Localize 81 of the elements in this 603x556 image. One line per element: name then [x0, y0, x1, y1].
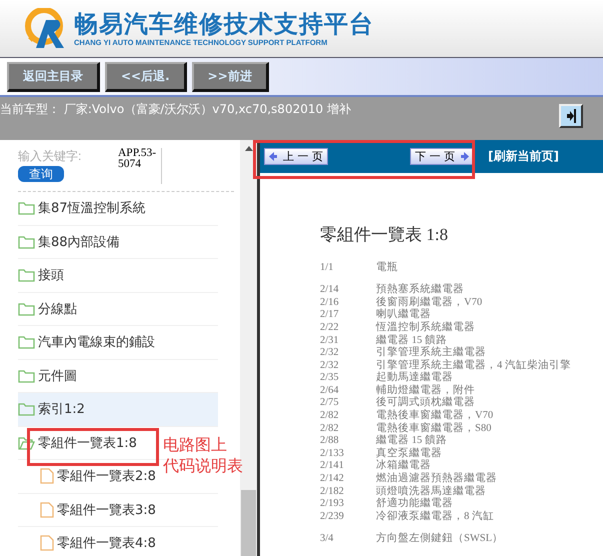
part-name: 真空泵繼電器: [376, 448, 442, 459]
part-name: 引擎管理系統主繼電器，4 汽缸柴油引擎: [376, 360, 571, 371]
folder-icon: [18, 268, 35, 282]
part-name: 方向盤左側鍵鈕（SWSL）: [376, 533, 504, 546]
part-name: 冷卻液泵繼電器，8 汽缸: [376, 510, 494, 524]
part-name: 電熱後車窗繼電器，V70: [376, 410, 494, 422]
part-code: 2/32: [320, 347, 340, 360]
part-code: 2/14: [320, 284, 340, 297]
part-code: 2/64: [320, 384, 340, 398]
site-title: 畅易汽车维修技术支持平台: [74, 10, 374, 38]
part-name: 冰箱繼電器: [376, 460, 431, 472]
part-name: 舒適功能繼電器: [376, 498, 453, 510]
folder-icon: [18, 402, 35, 416]
part-name: 燃油過濾器預熱器繼電器: [376, 473, 497, 485]
tree-item[interactable]: 汽車內電線束的鋪設: [18, 326, 159, 358]
document-title: 零組件一覽表 1:8: [320, 224, 449, 246]
part-code: 2/142: [320, 473, 345, 486]
part-code: 3/4: [320, 533, 334, 546]
part-name: 繼電器 15 饋路: [376, 334, 447, 346]
part-code: 2/133: [320, 448, 345, 460]
tree-item[interactable]: 零組件一覽表1:8: [18, 426, 141, 459]
part-code: 1/1: [320, 262, 334, 274]
file-icon: [40, 468, 54, 484]
part-code: 2/22: [320, 322, 340, 334]
tree-item[interactable]: 零組件一覽表2:8: [18, 460, 160, 492]
nav-button[interactable]: 返回主目录: [7, 62, 100, 92]
next-page-button[interactable]: 下 一 页: [410, 148, 474, 165]
file-icon: [40, 502, 54, 518]
part-code: 2/17: [320, 309, 340, 322]
nav-button[interactable]: >>前进: [192, 62, 269, 92]
previous-page-button[interactable]: 上 一 页: [264, 148, 328, 165]
part-code: 2/193: [320, 498, 345, 511]
part-name: 繼電器 15 饋路: [376, 435, 447, 447]
search-button[interactable]: 查询: [18, 166, 64, 182]
part-name: 輔助燈繼電器，附件: [376, 384, 475, 396]
part-code: 2/239: [320, 510, 345, 524]
scroll-thumb[interactable]: [241, 490, 256, 556]
part-code: 2/16: [320, 296, 340, 310]
tree-item[interactable]: 集87恆溫控制系統: [18, 192, 150, 224]
tree-item[interactable]: 分線點: [18, 292, 81, 325]
part-name: 引擎管理系統主繼電器: [376, 347, 486, 359]
arrow-left-icon: [269, 152, 277, 161]
part-name: 後窗雨刷繼電器，V70: [376, 296, 482, 308]
folder-icon: [18, 335, 35, 350]
tree-item[interactable]: 接頭: [18, 259, 68, 292]
refresh-link[interactable]: [刷新当前页]: [488, 148, 559, 165]
tree-item[interactable]: 索引1:2: [18, 393, 218, 426]
part-code: 2/35: [320, 372, 340, 385]
folder-icon: [18, 302, 35, 316]
part-name: 電瓶: [376, 262, 398, 274]
part-name: 喇叭繼電器: [376, 309, 431, 321]
folder-icon: [18, 234, 35, 249]
part-code: 2/82: [320, 422, 340, 436]
part-code: 2/31: [320, 334, 340, 348]
part-code: 2/141: [320, 460, 345, 474]
part-name: 預熱塞系統繼電器: [376, 284, 464, 296]
part-name: 起動馬達繼電器: [376, 372, 453, 384]
annotation-text: 电路图上 代码说明表: [163, 434, 243, 476]
current-model-text: 当前车型： 厂家:Volvo（富豪/沃尔沃）v70,xc70,s802010 增补: [0, 101, 351, 118]
part-code: 2/182: [320, 486, 345, 498]
part-name: 頭燈噴洗器馬達繼電器: [376, 486, 486, 497]
arrow-right-icon: [461, 152, 469, 161]
tree-item[interactable]: 元件圖: [18, 360, 81, 392]
code-field[interactable]: APP.53-5074: [118, 148, 162, 184]
toggle-button[interactable]: [559, 104, 583, 128]
part-name: 恆溫控制系統繼電器: [376, 322, 475, 334]
part-code: 2/75: [320, 397, 340, 410]
tree-item[interactable]: 零組件一覽表4:8: [18, 527, 160, 556]
arrow-right-icon: [565, 109, 577, 123]
file-icon: [40, 535, 54, 552]
folder-icon: [18, 201, 35, 216]
part-name: 後可調式頭枕繼電器: [376, 397, 475, 409]
scroll-up-icon: [244, 146, 252, 151]
part-name: 電熱後車窗繼電器，S80: [376, 422, 492, 434]
folder-icon: [18, 368, 35, 383]
tree-item[interactable]: 集88內部設備: [18, 226, 124, 258]
tree-item[interactable]: 零組件一覽表3:8: [18, 494, 160, 526]
nav-button[interactable]: <<后退.: [105, 62, 187, 92]
part-code: 2/32: [320, 360, 340, 372]
part-code: 2/88: [320, 435, 340, 448]
part-code: 2/82: [320, 410, 340, 423]
